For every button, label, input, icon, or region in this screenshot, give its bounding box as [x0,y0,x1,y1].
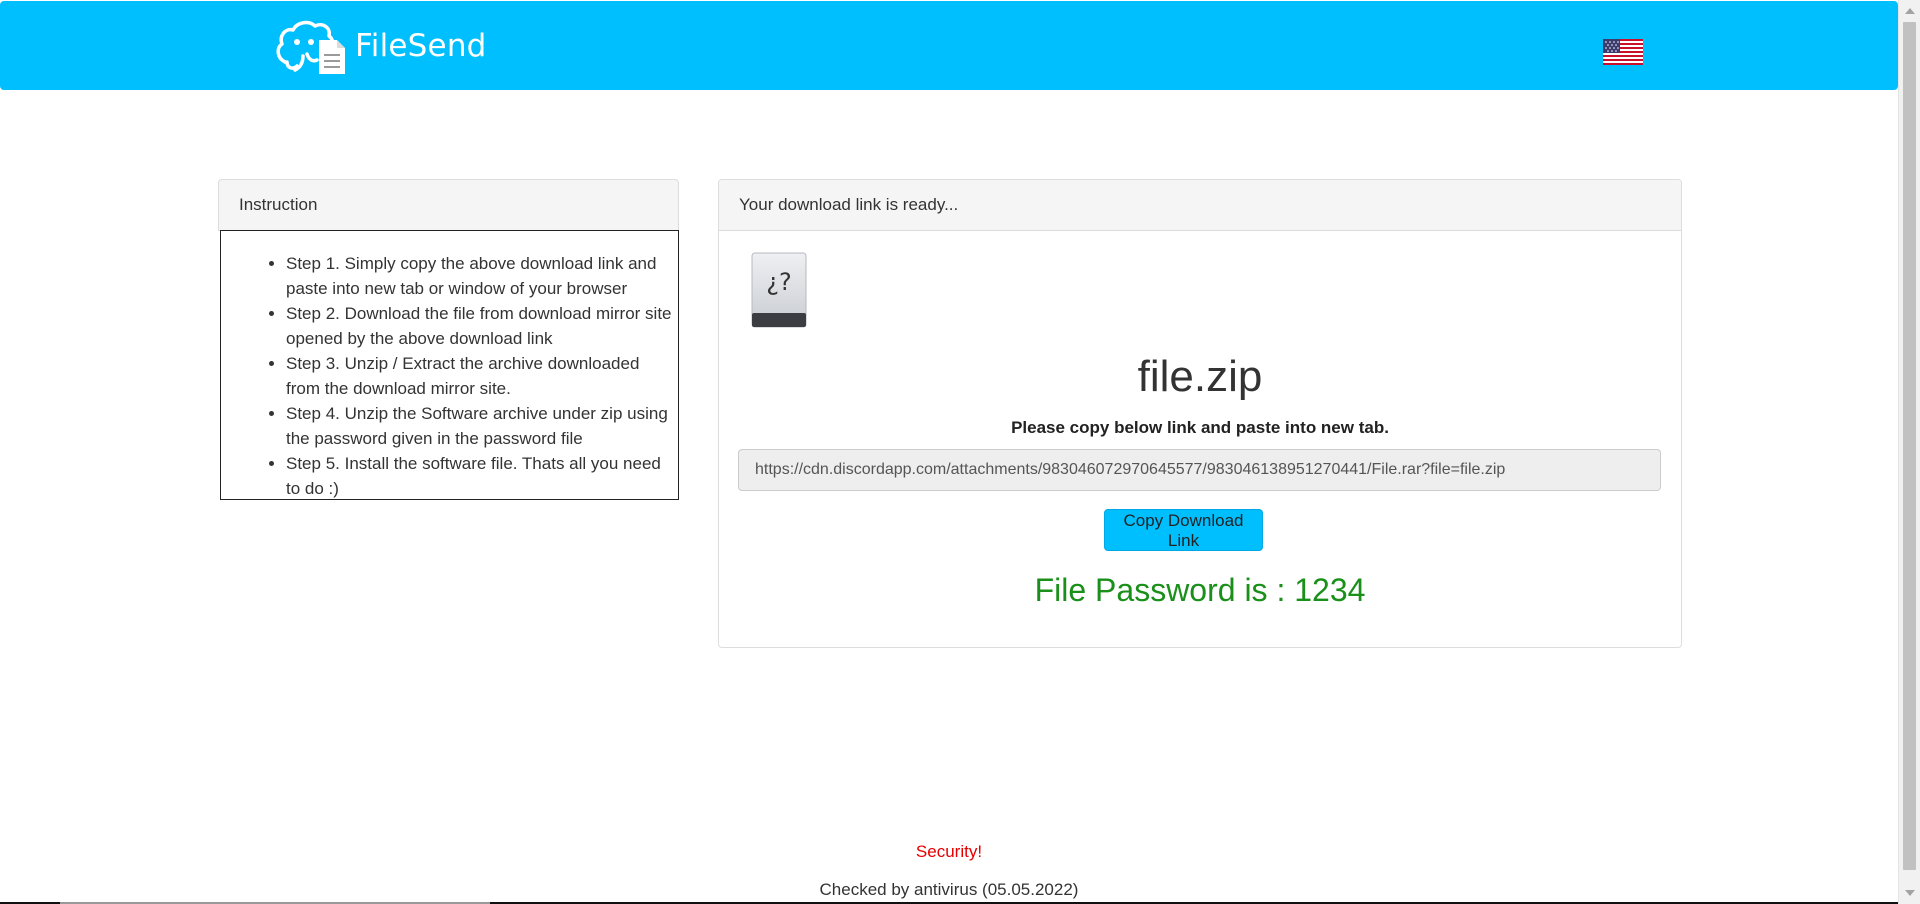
download-heading: Your download link is ready... [719,180,1681,231]
scrollbar-thumb[interactable] [1903,22,1916,870]
page: FileSend Instruction • Step 1. Simply co… [0,0,1920,904]
step-item: Step 2. Download the file from download … [286,301,676,351]
instruction-heading: Instruction [218,179,679,231]
step-item: Step 1. Simply copy the above download l… [286,251,676,301]
navbar: FileSend [0,1,1898,90]
scroll-down-arrow-icon[interactable] [1905,890,1915,896]
file-name: file.zip [1137,352,1263,401]
elephant-document-icon [276,20,345,74]
antivirus-check-label: Checked by antivirus (05.05.2022) [819,880,1079,899]
brand-link[interactable]: FileSend [273,18,487,74]
step-item: Step 3. Unzip / Extract the archive down… [286,351,676,401]
scroll-up-arrow-icon[interactable] [1905,8,1915,14]
security-label: Security! [915,842,983,861]
copy-instruction: Please copy below link and paste into ne… [1011,418,1389,437]
file-password: File Password is : 1234 [1034,572,1366,608]
brand-name: FileSend [355,28,487,64]
instruction-steps: Step 1. Simply copy the above download l… [258,251,676,501]
copy-download-link-button[interactable]: Copy Download Link [1104,509,1263,551]
step-item: Step 4. Unzip the Software archive under… [286,401,676,451]
instruction-panel: Instruction Step 1. Simply copy the abov… [218,179,679,505]
us-flag-icon[interactable] [1603,39,1643,65]
step-item: Step 5. Install the software file. Thats… [286,451,676,501]
unknown-file-icon: ¿? [751,252,807,328]
vertical-scrollbar[interactable] [1898,0,1920,904]
file-icon-glyph: ¿? [766,268,791,296]
download-panel: Your download link is ready... ¿? file.z… [718,179,1682,648]
download-link-field[interactable] [738,449,1661,491]
